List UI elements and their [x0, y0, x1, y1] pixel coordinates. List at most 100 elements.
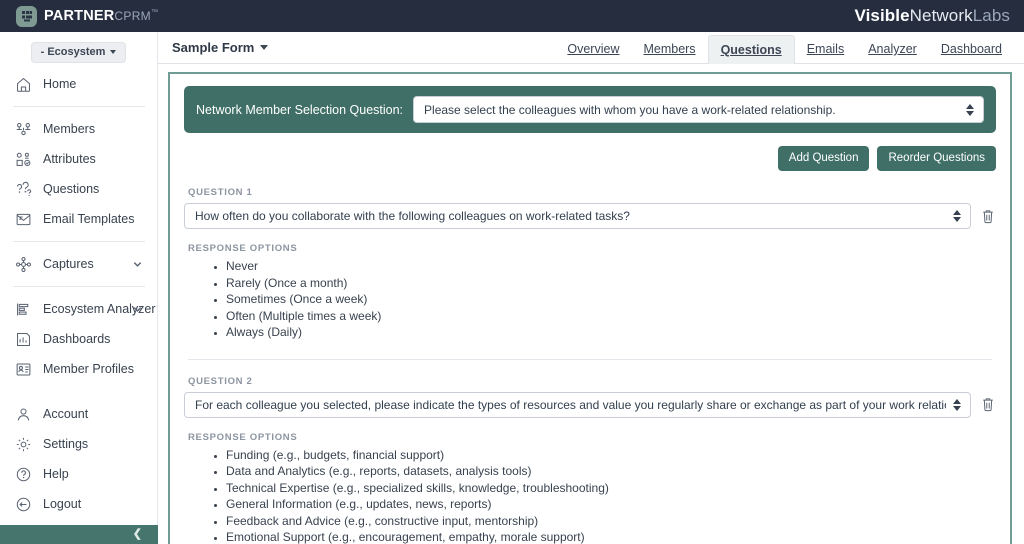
sidebar-item-email-templates[interactable]: Email Templates: [0, 204, 157, 234]
response-option: Always (Daily): [226, 324, 996, 341]
selection-question-select[interactable]: Please select the colleagues with whom y…: [413, 96, 984, 123]
response-option: Technical Expertise (e.g., specialized s…: [226, 480, 996, 497]
questions-icon: [13, 179, 33, 199]
form-tabs: Overview Members Questions Emails Analyz…: [555, 31, 1014, 64]
question-block-1: QUESTION 1 How often do you collaborate …: [184, 187, 996, 341]
top-bar: PARTNERCPRM™ VisibleNetworkLabs: [0, 0, 1024, 32]
tab-members[interactable]: Members: [631, 36, 707, 63]
response-options-label: RESPONSE OPTIONS: [188, 243, 298, 254]
brand-name: PARTNER: [44, 8, 115, 24]
questions-card: Network Member Selection Question: Pleas…: [168, 72, 1012, 544]
sidebar-divider: [13, 106, 145, 107]
question-row: For each colleague you selected, please …: [184, 391, 996, 418]
attributes-icon: [13, 149, 33, 169]
captures-icon: [13, 254, 33, 274]
sidebar-item-member-profiles[interactable]: Member Profiles: [0, 354, 157, 384]
sidebar-collapse-button[interactable]: ❮: [0, 525, 158, 544]
updown-spinner-icon: [952, 398, 962, 411]
app-logo[interactable]: PARTNERCPRM™: [16, 5, 159, 27]
form-name-label: Sample Form: [172, 40, 255, 55]
sidebar-item-label: Questions: [43, 182, 100, 196]
question-1-select[interactable]: How often do you collaborate with the fo…: [184, 203, 971, 229]
response-option: Feedback and Advice (e.g., constructive …: [226, 513, 996, 530]
sidebar-item-label: Attributes: [43, 152, 96, 166]
delete-question-2-button[interactable]: [980, 396, 996, 414]
analyzer-icon: [13, 299, 33, 319]
sidebar-divider: [13, 241, 145, 242]
tab-dashboard[interactable]: Dashboard: [929, 36, 1014, 63]
sidebar-nav: Home Members Attributes Questions Email …: [0, 69, 157, 384]
email-template-icon: [13, 209, 33, 229]
question-number-label: QUESTION 1: [188, 187, 253, 198]
sidebar-item-label: Captures: [43, 257, 94, 271]
selection-question-label: Network Member Selection Question:: [196, 102, 404, 117]
tab-questions[interactable]: Questions: [707, 35, 795, 64]
help-icon: [13, 464, 33, 484]
sidebar-item-attributes[interactable]: Attributes: [0, 144, 157, 174]
question-divider: [188, 358, 992, 360]
sidebar-item-questions[interactable]: Questions: [0, 174, 157, 204]
sidebar: - Ecosystem Home Members Attributes Ques…: [0, 32, 158, 544]
reorder-questions-button[interactable]: Reorder Questions: [877, 146, 996, 171]
selection-question-value: Please select the colleagues with whom y…: [424, 102, 836, 117]
question-row: How often do you collaborate with the fo…: [184, 203, 996, 229]
sidebar-item-captures[interactable]: Captures: [0, 249, 157, 279]
sidebar-item-label: Email Templates: [43, 212, 135, 226]
sidebar-item-logout[interactable]: Logout: [0, 489, 157, 519]
ecosystem-selector-button[interactable]: - Ecosystem: [30, 42, 127, 63]
response-option: Never: [226, 258, 996, 275]
vnl-part-labs: Labs: [972, 6, 1010, 25]
home-icon: [13, 74, 33, 94]
updown-spinner-icon: [965, 103, 975, 116]
response-options-list-2: Funding (e.g., budgets, financial suppor…: [226, 447, 996, 544]
sidebar-item-label: Home: [43, 77, 77, 91]
response-option: Rarely (Once a month): [226, 275, 996, 292]
member-profiles-icon: [13, 359, 33, 379]
chevron-left-icon: ❮: [132, 528, 142, 540]
response-option: Emotional Support (e.g., encouragement, …: [226, 529, 996, 544]
response-option: Sometimes (Once a week): [226, 291, 996, 308]
delete-question-1-button[interactable]: [980, 207, 996, 225]
question-actions: Add Question Reorder Questions: [184, 146, 996, 171]
tab-emails[interactable]: Emails: [795, 36, 857, 63]
user-icon: [13, 404, 33, 424]
questions-page: Network Member Selection Question: Pleas…: [158, 64, 1024, 544]
add-question-button[interactable]: Add Question: [777, 146, 870, 171]
question-number-label: QUESTION 2: [188, 375, 253, 387]
response-option: Funding (e.g., budgets, financial suppor…: [226, 447, 996, 464]
sidebar-item-label: Account: [43, 407, 89, 421]
question-block-2: QUESTION 2 For each colleague you select…: [184, 376, 996, 544]
response-options-list-1: Never Rarely (Once a month) Sometimes (O…: [226, 258, 996, 341]
sidebar-divider: [13, 286, 145, 287]
sidebar-item-members[interactable]: Members: [0, 114, 157, 144]
sidebar-item-label: Settings: [43, 437, 89, 451]
network-nodes-icon: [16, 5, 37, 27]
response-option: Often (Multiple times a week): [226, 308, 996, 325]
sidebar-item-account[interactable]: Account: [0, 399, 157, 429]
question-1-text: How often do you collaborate with the fo…: [195, 209, 630, 223]
visible-network-labs-logo: VisibleNetworkLabs: [854, 6, 1010, 26]
ecosystem-selector-label: - Ecosystem: [40, 46, 106, 58]
sub-navigation-bar: Sample Form Overview Members Questions E…: [158, 32, 1024, 64]
sidebar-item-label: Members: [43, 122, 96, 136]
question-2-text: For each colleague you selected, please …: [195, 397, 946, 412]
tab-overview[interactable]: Overview: [555, 36, 631, 63]
chevron-down-icon: [110, 50, 117, 54]
members-icon: [13, 119, 33, 139]
brand-suffix: CPRM: [114, 9, 151, 23]
sidebar-item-dashboards[interactable]: Dashboards: [0, 324, 157, 354]
response-options-label: RESPONSE OPTIONS: [188, 431, 298, 443]
sidebar-item-ecosystem-analyzer[interactable]: Ecosystem Analyzer: [0, 294, 157, 324]
sidebar-item-help[interactable]: Help: [0, 459, 157, 489]
form-name-dropdown[interactable]: Sample Form: [172, 40, 269, 55]
sidebar-item-label: Dashboards: [43, 332, 111, 346]
dashboards-icon: [13, 329, 33, 349]
sidebar-item-settings[interactable]: Settings: [0, 429, 157, 459]
logout-icon: [13, 494, 33, 514]
response-option: General Information (e.g., updates, news…: [226, 496, 996, 513]
trademark-symbol: ™: [150, 9, 159, 17]
sidebar-item-home[interactable]: Home: [0, 69, 157, 99]
tab-analyzer[interactable]: Analyzer: [856, 36, 929, 63]
question-2-select[interactable]: For each colleague you selected, please …: [184, 391, 971, 418]
chevron-down-icon: [260, 45, 269, 50]
